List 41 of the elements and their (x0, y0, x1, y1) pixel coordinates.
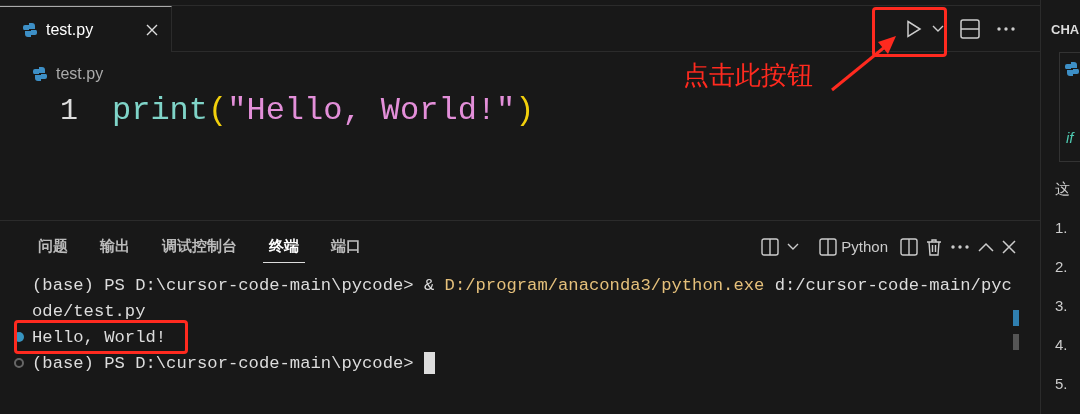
list-text: 1. (1055, 217, 1068, 238)
close-icon[interactable] (1002, 240, 1016, 254)
line-number: 1 (59, 92, 79, 130)
panel-tab[interactable]: 端口 (325, 231, 367, 263)
trash-icon[interactable] (926, 238, 942, 256)
terminal-line: Hello, World! (32, 328, 167, 347)
python-file-icon (1064, 60, 1080, 77)
terminal-line: (base) PS D:\cursor-code-main\pycode> (32, 354, 415, 373)
list-text: 5. (1055, 373, 1068, 394)
terminal-line: (base) PS D:\cursor-code-main\pycode> & D:/program/anaconda3/python.exe d:/cursor-code-main/pyc (32, 276, 1012, 295)
terminal-line: ode/test.py (32, 302, 146, 321)
code-fragment: if (1066, 127, 1074, 148)
split-terminal-icon[interactable] (900, 238, 918, 256)
python-file-icon (22, 21, 38, 38)
split-terminal-icon[interactable] (761, 238, 780, 256)
chevron-down-icon[interactable] (932, 24, 944, 33)
run-icon[interactable] (906, 19, 922, 38)
panel-tab[interactable]: 调试控制台 (156, 231, 243, 263)
panel-tab[interactable]: 终端 (263, 231, 305, 263)
panel-tab[interactable]: 输出 (94, 231, 136, 263)
python-file-icon (32, 66, 48, 82)
panel-title: CHA (1050, 21, 1080, 39)
annotation-text: 点击此按钮 (683, 59, 813, 92)
split-terminal-icon (819, 238, 838, 256)
more-icon[interactable] (996, 26, 1016, 31)
close-icon[interactable] (145, 22, 159, 37)
list-text: 4. (1055, 334, 1068, 355)
split-editor-icon[interactable] (960, 18, 980, 39)
panel-tab[interactable]: 问题 (32, 231, 74, 263)
list-text: 3. (1055, 295, 1068, 316)
code-line: print("Hello, World!") (112, 91, 535, 131)
list-text: 2. (1055, 256, 1068, 277)
editor-tab[interactable]: test.py (0, 6, 172, 52)
list-text: 这 (1055, 178, 1070, 199)
overview-mark (1013, 310, 1019, 326)
overview-mark (1013, 334, 1019, 350)
terminal-profile-button[interactable]: Python (815, 233, 892, 261)
chevron-down-icon[interactable] (787, 243, 800, 251)
breadcrumb-item[interactable]: test.py (56, 62, 104, 86)
chevron-up-icon[interactable] (978, 242, 994, 252)
more-icon[interactable] (950, 245, 970, 249)
